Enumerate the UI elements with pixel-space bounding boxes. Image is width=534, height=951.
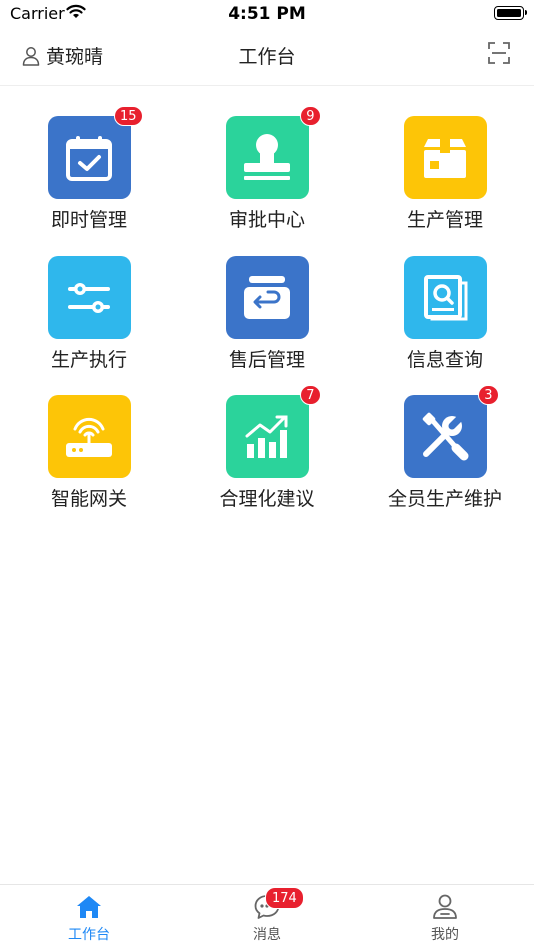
tile-badge: 7 (300, 385, 321, 405)
tile-label: 全员生产维护 (387, 488, 502, 510)
calendar-check-icon (66, 135, 112, 181)
tab-workbench[interactable]: 工作台 (0, 885, 178, 951)
tile-label: 即时管理 (50, 209, 127, 231)
tile-tpm[interactable]: 3 全员生产维护 (356, 385, 534, 511)
message-count-badge: 174 (265, 887, 304, 909)
tab-label: 我的 (431, 927, 459, 943)
profile-icon (433, 894, 457, 919)
tile-icon-bg: 9 (225, 106, 321, 199)
growth-chart-icon (245, 415, 288, 458)
nav-bar: 黄琬晴 工作台 (0, 28, 534, 86)
tile-approval-center[interactable]: 9 审批中心 (178, 106, 356, 232)
tile-instant-management[interactable]: 15 即时管理 (0, 106, 178, 232)
tile-smart-gateway[interactable]: 智能网关 (0, 395, 178, 511)
tile-info-query[interactable]: 信息查询 (356, 256, 534, 372)
tile-production-execution[interactable]: 生产执行 (0, 256, 178, 372)
sliders-icon (68, 282, 110, 313)
tile-label: 售后管理 (228, 349, 305, 371)
tile-label: 生产管理 (406, 209, 483, 231)
tile-badge: 3 (478, 385, 499, 405)
battery-icon (494, 6, 527, 20)
tile-badge: 15 (113, 106, 143, 126)
tile-suggestions[interactable]: 7 合理化建议 (178, 385, 356, 511)
status-time: 4:51 PM (228, 4, 306, 24)
tile-after-sales[interactable]: 售后管理 (178, 256, 356, 372)
tile-icon-bg (403, 256, 487, 339)
tile-icon-bg (47, 395, 131, 478)
tile-label: 生产执行 (50, 349, 127, 371)
tab-mine[interactable]: 我的 (356, 885, 534, 951)
tab-label: 工作台 (68, 927, 110, 943)
tile-icon-bg: 3 (403, 385, 499, 478)
tile-icon-bg: 7 (225, 385, 321, 478)
tile-icon-bg: 15 (47, 106, 143, 199)
return-box-icon (244, 275, 290, 319)
tile-label: 合理化建议 (219, 488, 315, 510)
router-icon (66, 417, 112, 457)
tools-icon (422, 411, 469, 460)
status-bar: Carrier 4:51 PM (0, 0, 534, 28)
tile-production-management[interactable]: 生产管理 (356, 116, 534, 232)
tile-icon-bg (225, 256, 309, 339)
tile-icon-bg (47, 256, 131, 339)
tile-label: 审批中心 (228, 209, 305, 231)
tile-icon-bg (403, 116, 487, 199)
scan-icon[interactable] (488, 42, 510, 64)
search-document-icon (424, 274, 468, 320)
tile-label: 信息查询 (406, 349, 483, 371)
tile-badge: 9 (300, 106, 321, 126)
tab-label: 消息 (253, 927, 281, 943)
box-icon (424, 138, 466, 178)
tab-messages[interactable]: 174 消息 (178, 885, 356, 951)
tile-label: 智能网关 (50, 488, 127, 510)
tab-bar: 工作台 174 消息 我的 (0, 884, 534, 951)
stamp-icon (244, 133, 290, 180)
page-title: 工作台 (238, 46, 296, 68)
home-icon (77, 896, 101, 918)
